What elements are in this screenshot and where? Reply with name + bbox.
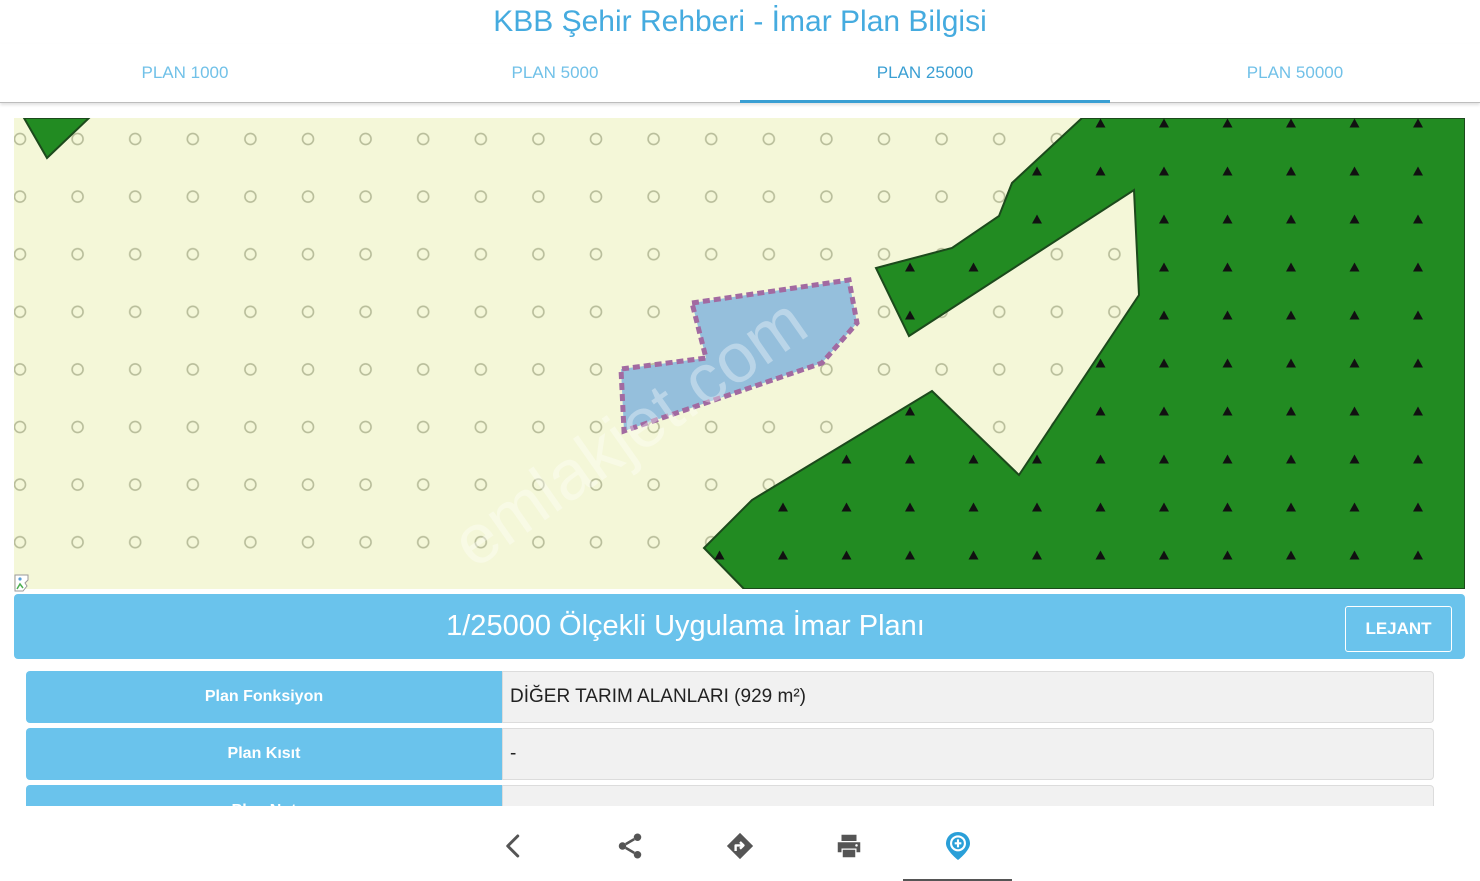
legend-button[interactable]: LEJANT bbox=[1345, 606, 1452, 652]
tab-plan-25000[interactable]: PLAN 25000 bbox=[740, 44, 1110, 103]
plan-not-label: Plan Not bbox=[26, 785, 502, 806]
location-info-button[interactable] bbox=[936, 824, 980, 868]
plan-info-table: Plan Fonksiyon DİĞER TARIM ALANLARI (929… bbox=[26, 671, 1434, 806]
plan-fonksiyon-label: Plan Fonksiyon bbox=[26, 671, 502, 723]
plan-kisit-value: - bbox=[502, 728, 1434, 780]
plan-banner: 1/25000 Ölçekli Uygulama İmar Planı LEJA… bbox=[14, 594, 1465, 659]
tab-plan-50000[interactable]: PLAN 50000 bbox=[1110, 44, 1480, 102]
share-button[interactable] bbox=[608, 824, 652, 868]
plan-scale-tabs: PLAN 1000 PLAN 5000 PLAN 25000 PLAN 5000… bbox=[0, 44, 1480, 103]
plan-kisit-label: Plan Kısıt bbox=[26, 728, 502, 780]
directions-icon bbox=[726, 832, 754, 860]
plan-not-value bbox=[502, 785, 1434, 806]
page-title: KBB Şehir Rehberi - İmar Plan Bilgisi bbox=[493, 5, 987, 38]
tab-plan-5000[interactable]: PLAN 5000 bbox=[370, 44, 740, 102]
zoning-map[interactable]: emlakjet.com bbox=[14, 118, 1465, 589]
tab-plan-1000[interactable]: PLAN 1000 bbox=[0, 44, 370, 102]
table-row: Plan Not bbox=[26, 785, 1434, 806]
plan-title: 1/25000 Ölçekli Uygulama İmar Planı bbox=[446, 610, 925, 642]
directions-button[interactable] bbox=[718, 824, 762, 868]
share-icon bbox=[618, 833, 642, 859]
table-row: Plan Fonksiyon DİĞER TARIM ALANLARI (929… bbox=[26, 671, 1434, 723]
plan-fonksiyon-value: DİĞER TARIM ALANLARI (929 m²) bbox=[502, 671, 1434, 723]
table-row: Plan Kısıt - bbox=[26, 728, 1434, 780]
location-info-icon bbox=[946, 832, 970, 860]
page-header: KBB Şehir Rehberi - İmar Plan Bilgisi bbox=[0, 0, 1480, 44]
print-button[interactable] bbox=[827, 824, 871, 868]
back-button[interactable] bbox=[492, 824, 536, 868]
back-arrow-icon bbox=[506, 834, 520, 858]
bottom-nav-bar bbox=[0, 806, 1480, 881]
print-icon bbox=[837, 834, 861, 858]
broken-image-icon bbox=[14, 574, 34, 592]
